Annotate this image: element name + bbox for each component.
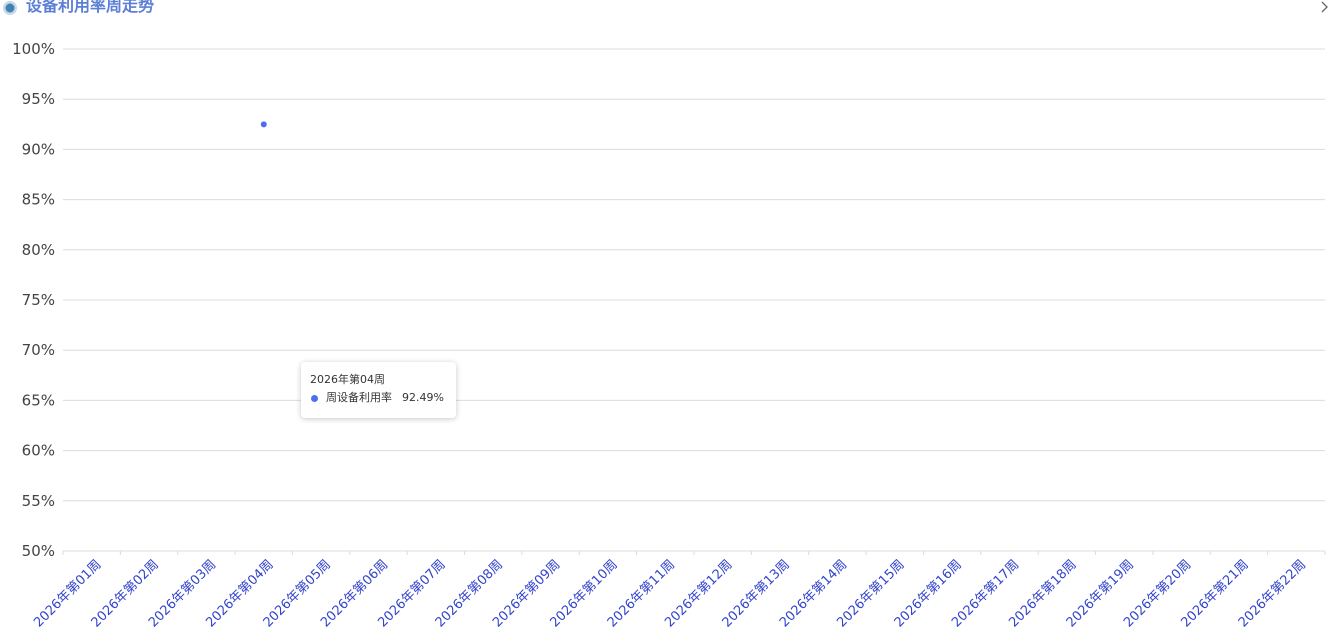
panel-header: 设备利用率周走势 [0,0,154,18]
tooltip-series-name: 周设备利用率 [326,391,392,404]
tooltip-title: 2026年第04周 [310,373,385,386]
y-tick-label: 55% [22,492,55,510]
y-tick-label: 95% [22,90,55,108]
tooltip-value: 92.49% [402,391,444,404]
y-tick-label: 90% [22,140,55,158]
y-tick-label: 85% [22,191,55,209]
chart-panel: 50% 55% 60% 65% 70% 75% 80% 85% 90% 95% 100% 2026年第… [0,0,1329,639]
chart-title: 设备利用率周走势 [26,0,155,15]
data-point [260,121,267,128]
line-chart: 50% 55% 60% 65% 70% 75% 80% 85% 90% 95% 100% 2026年第… [12,40,1326,631]
y-tick-label: 75% [22,291,55,309]
y-tick-label: 70% [22,341,55,359]
y-tick-label: 80% [22,241,55,259]
chevron-right-icon[interactable] [1319,0,1329,14]
y-tick-label: 65% [22,391,55,409]
y-tick-label: 60% [22,442,55,460]
y-tick-label: 100% [12,40,55,58]
circle-dot-icon [3,1,17,15]
chart-tooltip: 2026年第04周 周设备利用率 92.49% [301,362,456,418]
y-tick-label: 50% [22,542,55,560]
tooltip-row: 周设备利用率 92.49% [310,391,456,405]
series-marker-icon [311,394,318,402]
